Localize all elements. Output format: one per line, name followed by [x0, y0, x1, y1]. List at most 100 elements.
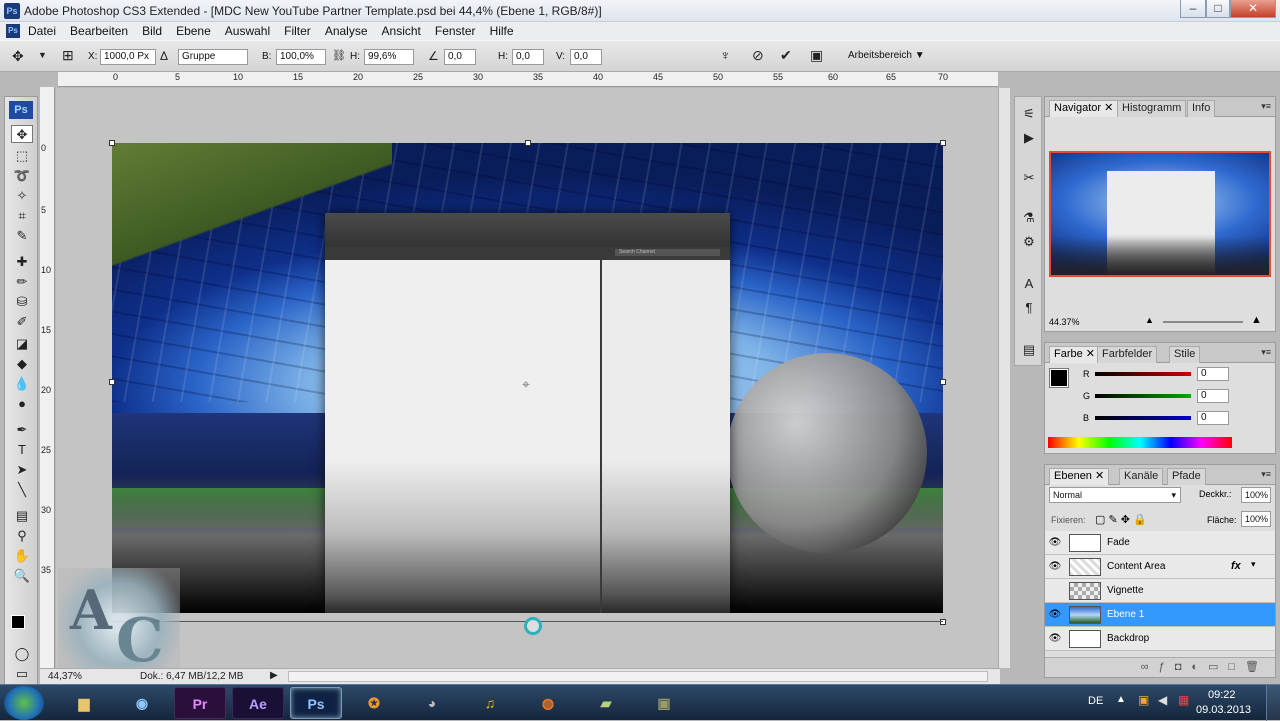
info-panel-icon[interactable]: ▤ [1020, 341, 1038, 359]
tab-farbe[interactable]: Farbe ✕ [1049, 346, 1101, 363]
history-brush-icon[interactable]: ✐ [11, 313, 33, 331]
menu-analyse[interactable]: Analyse [325, 24, 368, 38]
menu-filter[interactable]: Filter [284, 24, 311, 38]
magic-wand-icon[interactable]: ✧ [11, 187, 33, 205]
zoom-level[interactable]: 44,37% [48, 671, 82, 682]
commit-transform-icon[interactable]: ✔ [780, 47, 792, 64]
angle-field[interactable]: 0,0 [444, 49, 476, 65]
workspace-button[interactable]: Arbeitsbereich ▼ [848, 50, 925, 61]
language-indicator[interactable]: DE [1088, 695, 1103, 707]
dodge-tool-icon[interactable]: ● [11, 395, 33, 413]
tab-ebenen[interactable]: Ebenen ✕ [1049, 468, 1110, 485]
move-tool-icon[interactable]: ✥ [11, 125, 33, 143]
zoom-slider[interactable] [1163, 321, 1243, 323]
tab-pfade[interactable]: Pfade [1167, 468, 1206, 485]
channel-r-slider[interactable] [1095, 372, 1191, 376]
close-button[interactable]: ✕ [1230, 0, 1276, 18]
menu-ebene[interactable]: Ebene [176, 24, 211, 38]
headphones-taskbar-icon[interactable]: ♫ [464, 687, 516, 719]
clock-date[interactable]: 09.03.2013 [1196, 704, 1251, 716]
type-tool-icon[interactable]: T [11, 441, 33, 459]
layer-row[interactable]: 👁 Vignette [1045, 579, 1275, 603]
menu-fenster[interactable]: Fenster [435, 24, 476, 38]
status-menu-arrow-icon[interactable]: ▶ [270, 670, 278, 681]
fx-badge[interactable]: fx [1231, 560, 1241, 572]
zoom-tool-icon[interactable]: 🔍 [11, 567, 33, 585]
aftereffects-taskbar-icon[interactable]: Ae [232, 687, 284, 719]
actions-panel-icon[interactable]: ▶ [1020, 129, 1038, 147]
crop-tool-icon[interactable]: ⌗ [11, 207, 33, 225]
x-field[interactable]: 1000,0 Px [100, 49, 156, 65]
transform-handle[interactable] [940, 379, 946, 385]
start-button[interactable] [4, 686, 44, 720]
tab-info[interactable]: Info [1187, 100, 1216, 117]
clone-source-icon[interactable]: ⚗ [1020, 209, 1038, 227]
notes-taskbar-icon[interactable]: ▰ [580, 687, 632, 719]
transform-handle[interactable] [940, 140, 946, 146]
blender-taskbar-icon[interactable]: ✪ [348, 687, 400, 719]
show-desktop-button[interactable] [1266, 685, 1280, 721]
paint-bucket-icon[interactable]: ◆ [11, 355, 33, 373]
tab-farbfelder[interactable]: Farbfelder [1097, 346, 1158, 363]
stamp-tool-icon[interactable]: ⛁ [11, 293, 33, 311]
transform-handle[interactable] [525, 140, 531, 146]
tool-presets-icon[interactable]: ✂ [1020, 169, 1038, 187]
quick-mask-icon[interactable]: ◯ [11, 645, 33, 663]
blend-mode-select[interactable]: Normal ▾ [1049, 487, 1181, 503]
character-panel-icon[interactable]: A [1020, 275, 1038, 293]
maximize-button[interactable]: □ [1206, 0, 1230, 18]
eraser-tool-icon[interactable]: ◪ [11, 335, 33, 353]
brush-tool-icon[interactable]: ✏ [11, 273, 33, 291]
vskew-field[interactable]: 0,0 [570, 49, 602, 65]
eyedropper-icon[interactable]: ⚲ [11, 527, 33, 545]
notes-tool-icon[interactable]: ▤ [11, 507, 33, 525]
tab-stile[interactable]: Stile [1169, 346, 1201, 363]
pen-tool-icon[interactable]: ✒ [11, 421, 33, 439]
link-icon[interactable]: ⛓ [332, 49, 346, 62]
foreground-color-swatch[interactable] [11, 615, 25, 629]
marquee-tool-icon[interactable]: ⬚ [11, 147, 33, 165]
slice-tool-icon[interactable]: ✎ [11, 227, 33, 245]
paragraph-panel-icon[interactable]: ¶ [1020, 299, 1038, 317]
fill-field[interactable]: 100% [1241, 511, 1271, 527]
reference-point-icon[interactable]: ⊞ [62, 47, 74, 64]
menu-ansicht[interactable]: Ansicht [382, 24, 421, 38]
channel-b-slider[interactable] [1095, 416, 1191, 420]
photoshop-taskbar-icon[interactable]: Ps [290, 687, 342, 719]
lock-icons[interactable]: ▢ ✎ ✥ 🔒 [1095, 513, 1147, 526]
eye-icon[interactable]: 👁 [1047, 583, 1063, 599]
chevron-down-icon[interactable]: ▾ [1251, 559, 1256, 570]
canvas[interactable]: Search Channel ⌖ [112, 143, 943, 613]
channel-b-field[interactable]: 0 [1197, 411, 1229, 425]
layer-row[interactable]: 👁 Content Area fx ▾ [1045, 555, 1275, 579]
eye-icon[interactable]: 👁 [1047, 607, 1063, 623]
tab-histogramm[interactable]: Histogramm [1117, 100, 1187, 117]
cancel-transform-icon[interactable]: ⊘ [752, 47, 764, 64]
healing-brush-icon[interactable]: ✚ [11, 253, 33, 271]
panel-menu-icon[interactable]: ▾≡ [1261, 101, 1271, 112]
network-icon[interactable]: ▦ [1178, 693, 1189, 707]
minimize-button[interactable]: – [1180, 0, 1206, 18]
tab-kanaele[interactable]: Kanäle [1119, 468, 1164, 485]
vertical-scrollbar[interactable] [998, 88, 1010, 668]
menu-datei[interactable]: Datei [28, 24, 56, 38]
clock-time[interactable]: 09:22 [1208, 689, 1236, 701]
tab-navigator[interactable]: Navigator ✕ [1049, 100, 1119, 117]
menu-bild[interactable]: Bild [142, 24, 162, 38]
transform-handle[interactable] [109, 379, 115, 385]
screen-mode-icon[interactable]: ▭ [11, 665, 33, 683]
channel-g-field[interactable]: 0 [1197, 389, 1229, 403]
height-field[interactable]: 99,6% [364, 49, 414, 65]
gimp-taskbar-icon[interactable]: ◕ [406, 687, 458, 719]
blur-tool-icon[interactable]: 💧 [11, 375, 33, 393]
layer-row[interactable]: 👁 Backdrop [1045, 627, 1275, 651]
layer-row[interactable]: 👁 Fade [1045, 531, 1275, 555]
channel-r-field[interactable]: 0 [1197, 367, 1229, 381]
layer-row[interactable]: 👁 Ebene 1 [1045, 603, 1275, 627]
foreground-color-swatch[interactable] [1049, 368, 1069, 388]
lasso-tool-icon[interactable]: ➰ [11, 167, 33, 185]
line-tool-icon[interactable]: ╲ [11, 481, 33, 499]
firefox-taskbar-icon[interactable]: ◍ [522, 687, 574, 719]
panel-menu-icon[interactable]: ▾≡ [1261, 469, 1271, 480]
layers-footer-buttons[interactable]: ∞ƒ◘◐▭□🗑 [1045, 657, 1275, 677]
